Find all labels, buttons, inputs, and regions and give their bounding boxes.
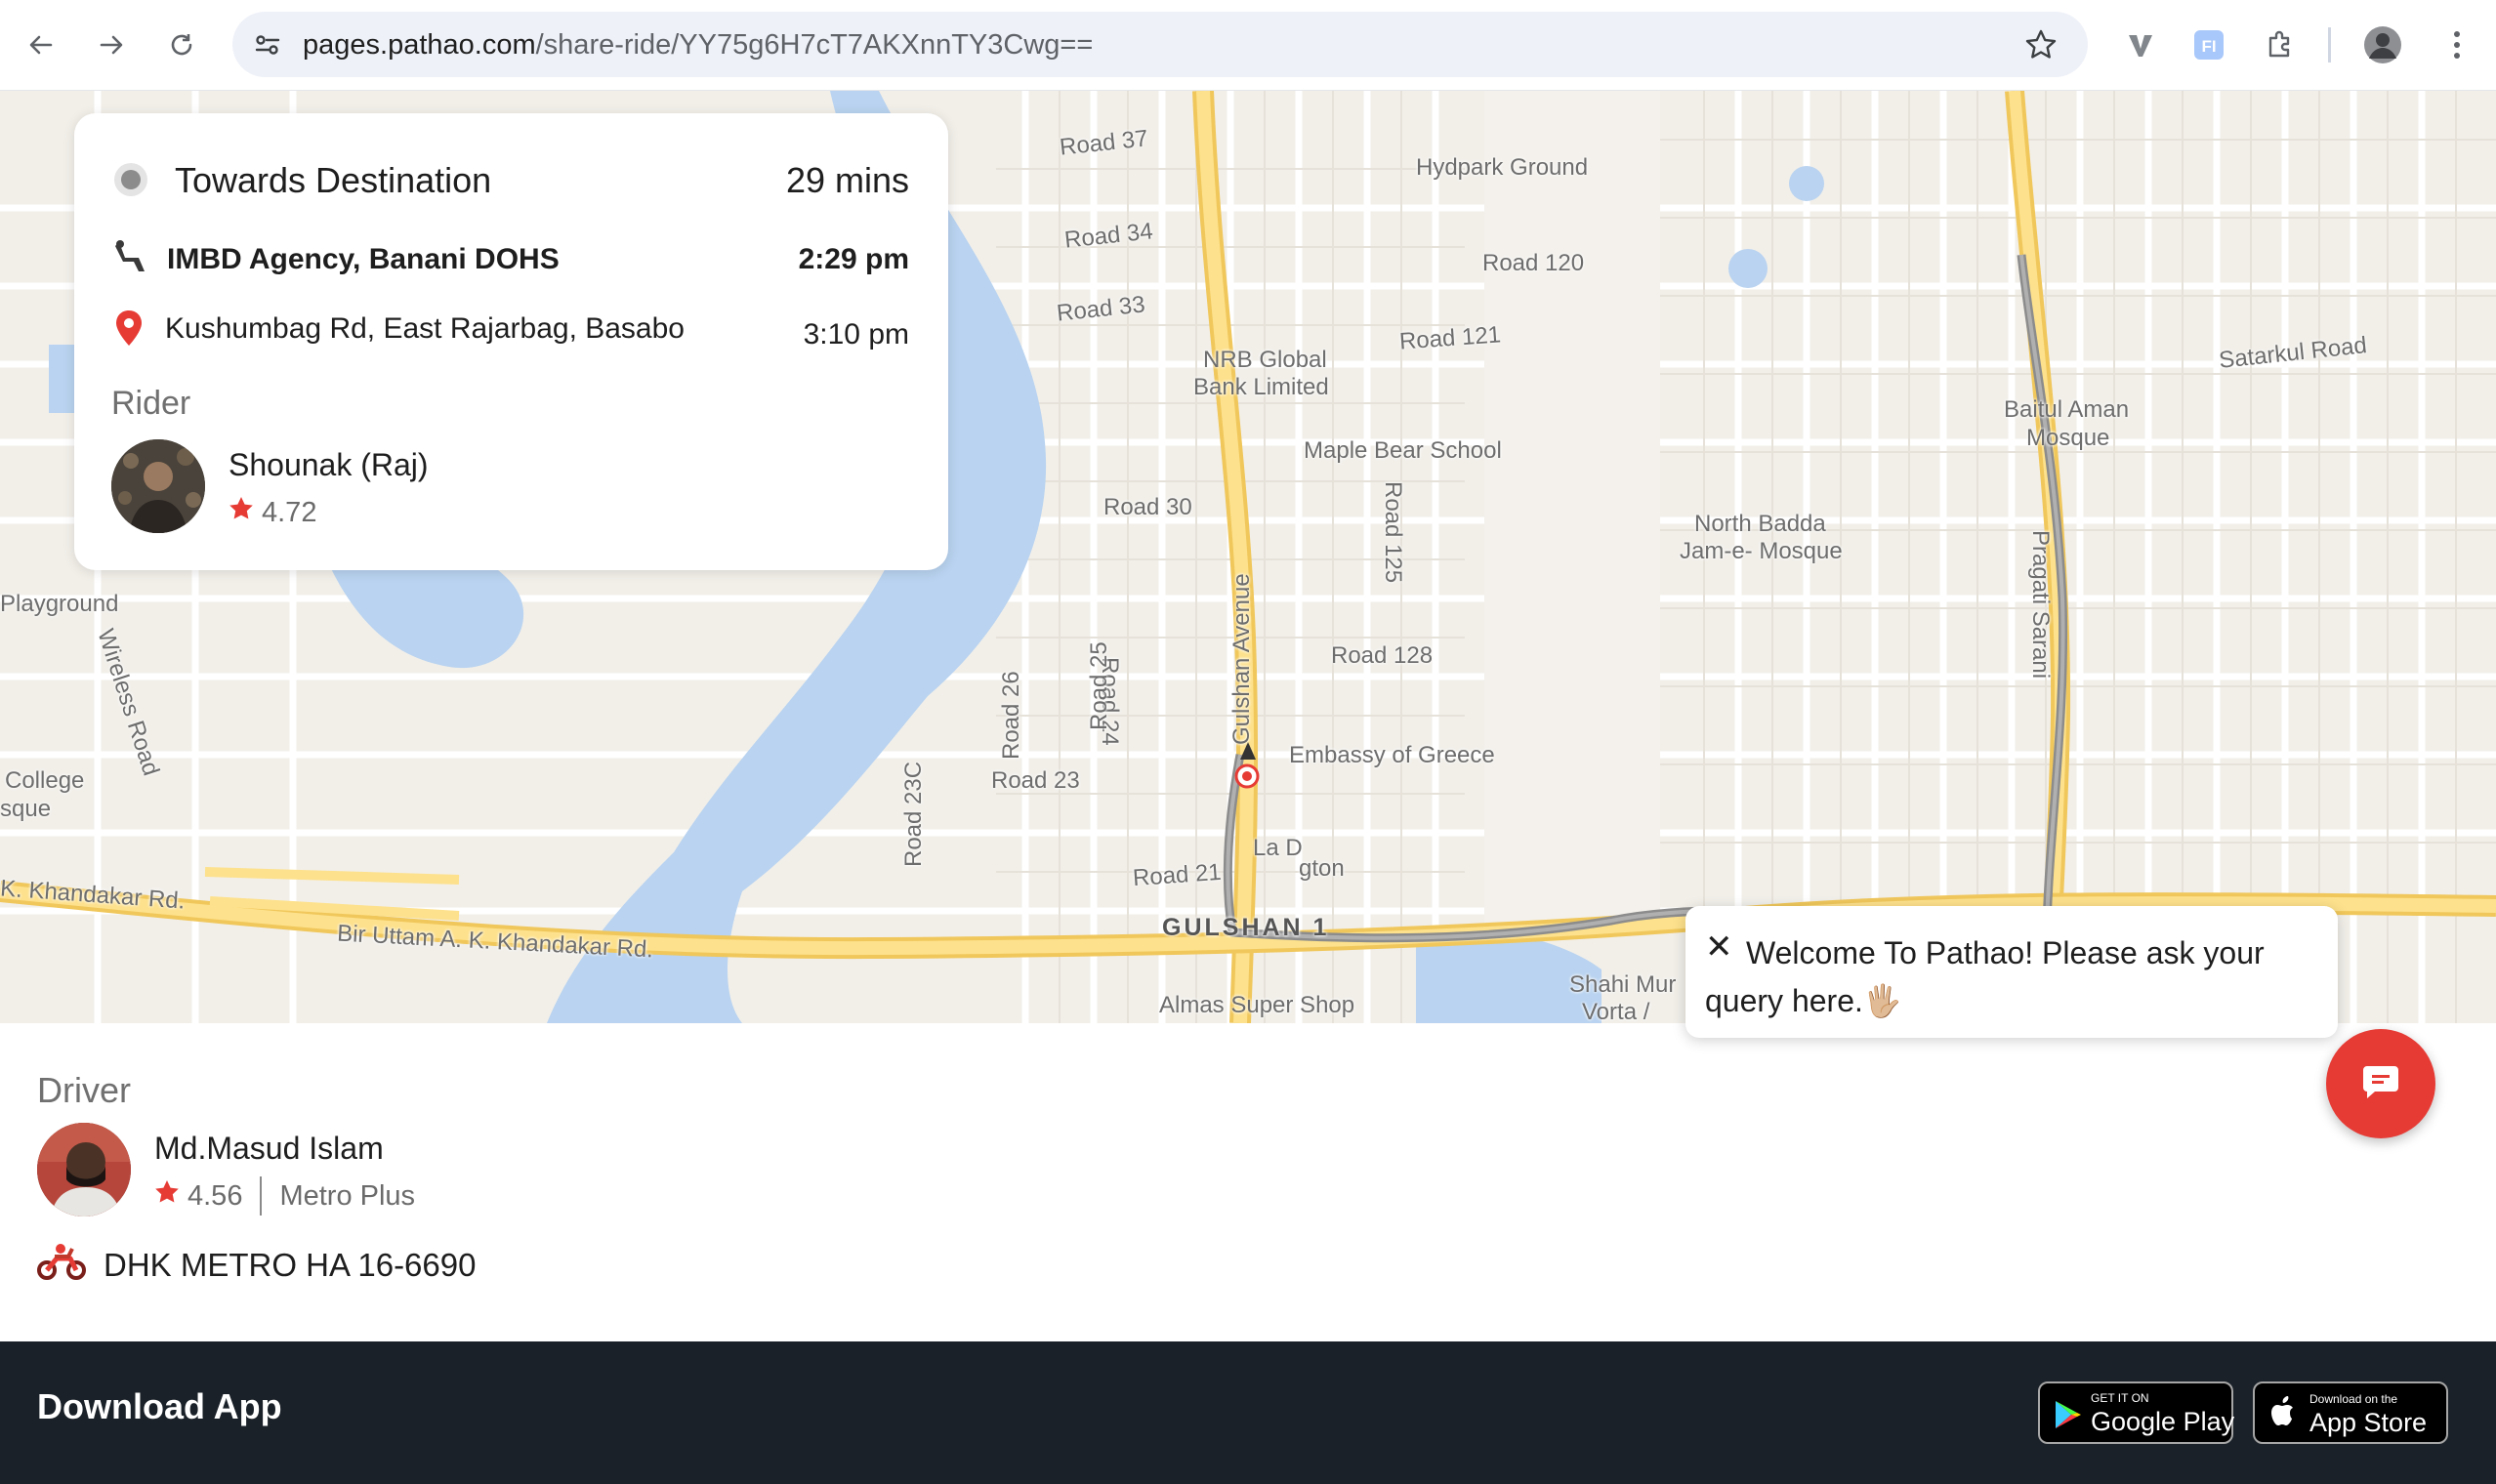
map-label: Jam-e- Mosque	[1680, 538, 1843, 564]
star-icon	[229, 496, 254, 529]
forward-icon[interactable]	[88, 21, 135, 68]
map-label: Maple Bear School	[1304, 437, 1502, 464]
pickup-location: IMBD Agency, Banani DOHS	[167, 243, 560, 275]
map-label: Baitul Aman	[2004, 396, 2130, 423]
trip-eta: 29 mins	[785, 160, 909, 200]
map-label: NRB Global	[1203, 347, 1327, 373]
driver-rating: 4.56	[187, 1179, 243, 1212]
trip-card: Towards Destination 29 mins IMBD Agency,…	[74, 113, 948, 570]
map-label: sque	[0, 796, 52, 822]
driver-meta: 4.56 Metro Plus	[154, 1176, 415, 1216]
map-label: Road 25	[1086, 641, 1112, 730]
motorbike-icon	[37, 1243, 86, 1288]
location-pin-icon	[115, 310, 143, 350]
map-label: Shahi Mur	[1569, 971, 1677, 998]
driver-avatar	[37, 1123, 131, 1216]
dropoff-time: 3:10 pm	[803, 318, 909, 350]
url-host: pages.pathao.com	[303, 29, 536, 61]
google-play-button[interactable]: GET IT ON Google Play	[2038, 1381, 2235, 1444]
status-dot-icon	[113, 162, 148, 202]
divider	[260, 1176, 263, 1216]
star-icon	[154, 1179, 180, 1213]
map-label: Almas Super Shop	[1159, 992, 1355, 1018]
app-store-button[interactable]: Download on the App Store	[2253, 1381, 2448, 1444]
driver-name: Md.Masud Islam	[154, 1131, 384, 1166]
map-label: Road 125	[1380, 481, 1406, 584]
pickup-time: 2:29 pm	[798, 243, 909, 275]
svg-text:FI: FI	[2201, 37, 2216, 56]
dropoff-location: Kushumbag Rd, East Rajarbag, Basabo	[165, 312, 685, 345]
google-play-icon	[2054, 1399, 2083, 1435]
seat-icon	[111, 238, 152, 284]
rider-avatar	[111, 439, 205, 533]
map-label: Hydpark Ground	[1416, 154, 1589, 181]
rider-name: Shounak (Raj)	[229, 447, 429, 482]
extension-v-icon[interactable]	[2119, 23, 2162, 66]
map-label: Road 30	[1103, 494, 1192, 520]
driver-panel: Driver Md.Masud Islam 4.56 Metro Plus DH…	[0, 1023, 2496, 1341]
map-label: North Badda	[1694, 511, 1826, 537]
chat-welcome-message: Welcome To Pathao! Please ask your query…	[1705, 935, 2265, 1018]
url-text: pages.pathao.com/share-ride/YY75g6H7cT7A…	[303, 29, 1093, 62]
apple-icon	[2270, 1395, 2298, 1433]
address-bar[interactable]: pages.pathao.com/share-ride/YY75g6H7cT7A…	[232, 12, 2088, 77]
map-label: Road 23C	[900, 761, 927, 867]
map-label: Mosque	[2026, 425, 2110, 451]
map-label: gton	[1299, 855, 1345, 882]
map-label: Road 23	[991, 767, 1080, 794]
star-icon[interactable]	[2023, 27, 2059, 62]
map-label: Road 26	[998, 671, 1024, 760]
driver-heading: Driver	[37, 1070, 131, 1110]
trip-status: Towards Destination	[175, 160, 492, 200]
map-label: Pragati Sarani	[2027, 530, 2054, 680]
close-icon[interactable]: ✕	[1705, 928, 1733, 967]
download-app-title: Download App	[37, 1386, 282, 1426]
vehicle-info: DHK METRO HA 16-6690	[37, 1243, 476, 1288]
profile-avatar[interactable]	[2361, 23, 2404, 66]
rider-heading: Rider	[111, 385, 191, 422]
driver-tier: Metro Plus	[279, 1179, 416, 1212]
map-label: Road 128	[1331, 642, 1434, 669]
download-footer: Download App GET IT ON Google Play Downl…	[0, 1341, 2496, 1484]
map-label: Road 120	[1482, 250, 1585, 276]
map-label: Embassy of Greece	[1289, 742, 1495, 768]
browser-toolbar: pages.pathao.com/share-ride/YY75g6H7cT7A…	[0, 0, 2496, 91]
chat-welcome-popup[interactable]: Welcome To Pathao! Please ask your query…	[1685, 906, 2338, 1038]
vehicle-plate: DHK METRO HA 16-6690	[104, 1247, 477, 1283]
map-label: Playground	[0, 591, 119, 617]
site-settings-icon[interactable]	[252, 29, 283, 61]
app-store-small: Download on the	[2309, 1392, 2398, 1406]
toolbar-divider	[2328, 27, 2331, 62]
app-store-label: App Store	[2309, 1408, 2428, 1437]
google-play-small: GET IT ON	[2091, 1391, 2149, 1405]
google-play-label: Google Play	[2091, 1407, 2235, 1436]
back-icon[interactable]	[18, 21, 64, 68]
map-label: GULSHAN 1	[1162, 914, 1330, 941]
chat-button[interactable]	[2326, 1029, 2435, 1138]
reload-icon[interactable]	[158, 21, 205, 68]
map-label: Gulshan Avenue	[1228, 573, 1255, 745]
rider-rating: 4.72	[229, 496, 316, 529]
map-label: La D	[1253, 835, 1303, 861]
chat-bubble-icon	[2358, 1059, 2403, 1109]
more-icon[interactable]	[2435, 23, 2478, 66]
map-label: College	[5, 767, 85, 794]
rider-rating-value: 4.72	[262, 496, 317, 528]
puzzle-icon[interactable]	[2258, 23, 2301, 66]
map-label: Bank Limited	[1193, 374, 1329, 400]
map-label: Vorta /	[1582, 999, 1650, 1023]
extension-fi-icon[interactable]: FI	[2187, 23, 2230, 66]
url-path: /share-ride/YY75g6H7cT7AKXnnTY3Cwg==	[535, 29, 1094, 61]
